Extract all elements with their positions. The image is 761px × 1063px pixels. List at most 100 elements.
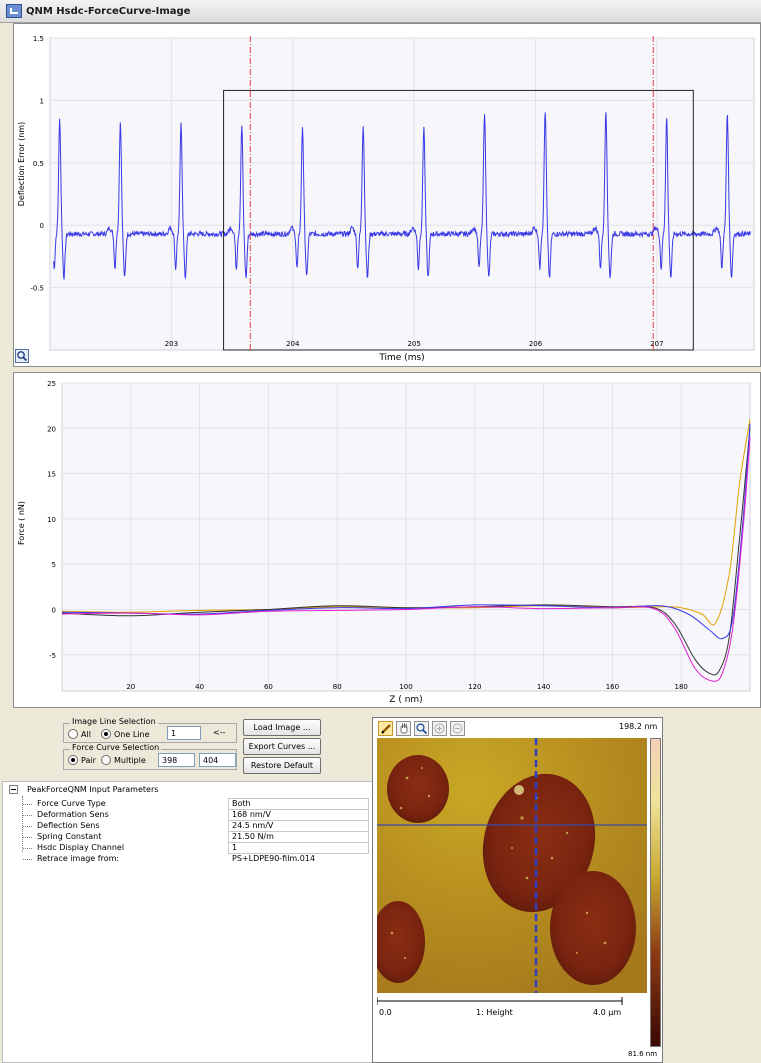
axis-end-label: 4.0 µm bbox=[593, 1008, 622, 1017]
domain-particle bbox=[387, 755, 449, 823]
y-axis-title: Force ( nN) bbox=[17, 501, 26, 545]
window-titlebar[interactable]: QNM Hsdc-ForceCurve-Image bbox=[0, 0, 761, 23]
param-row[interactable]: Spring Constant 21.50 N/m bbox=[23, 831, 369, 843]
x-tick-label: 60 bbox=[264, 683, 273, 691]
radio-multiple-label: Multiple bbox=[114, 755, 146, 765]
tree-connector bbox=[23, 837, 32, 838]
x-tick-label: 204 bbox=[286, 340, 300, 348]
line-arrow-label: <-- bbox=[213, 728, 226, 737]
x-tick-label: 120 bbox=[468, 683, 481, 691]
radio-one-line-dot[interactable] bbox=[101, 729, 111, 739]
force-plot-panel[interactable]: 25 20 15 10 5 0 -5 20 40 60 80 100 120 140 160 180 Z ( n… bbox=[13, 372, 761, 708]
tree-root[interactable]: PeakForceQNM Input Parameters bbox=[9, 785, 158, 794]
hand-icon bbox=[400, 723, 408, 734]
curve-to-input[interactable]: 404 bbox=[199, 753, 236, 767]
magnifier-tool[interactable] bbox=[414, 721, 429, 736]
x-tick-label: 205 bbox=[407, 340, 420, 348]
param-row[interactable]: Deflection Sens 24.5 nm/V bbox=[23, 820, 369, 832]
x-tick-label: 100 bbox=[399, 683, 412, 691]
channel-label: 1: Height bbox=[476, 1008, 513, 1017]
param-row[interactable]: Retrace image from: PS+LDPE90-film.014 bbox=[23, 854, 369, 864]
tree-connector bbox=[23, 859, 32, 860]
zoom-button[interactable] bbox=[15, 349, 29, 363]
export-curves-button[interactable]: Export Curves ... bbox=[243, 738, 321, 755]
hand-tool[interactable] bbox=[396, 721, 411, 736]
force-curve-selection-group: Force Curve Selection Pair Multiple 398 … bbox=[63, 743, 237, 770]
y-tick-label: 0 bbox=[40, 222, 44, 230]
height-color-scale bbox=[650, 738, 661, 1047]
y-tick-label: 25 bbox=[47, 380, 56, 388]
radio-one-line-label: One Line bbox=[114, 729, 150, 739]
scale-bottom-label: 81.6 nm bbox=[628, 1050, 658, 1058]
curve-from-input[interactable]: 398 bbox=[158, 753, 195, 767]
domain-particle bbox=[550, 871, 636, 985]
param-row[interactable]: Hsdc Display Channel 1 bbox=[23, 842, 369, 854]
image-line-selection-group: Image Line Selection All One Line 1 <-- bbox=[63, 717, 237, 743]
tree-connector bbox=[23, 815, 32, 816]
zoom-out-tool[interactable] bbox=[450, 721, 465, 736]
param-name: Force Curve Type bbox=[37, 799, 106, 808]
y-tick-label: 0.5 bbox=[33, 160, 44, 168]
pencil-icon bbox=[381, 724, 391, 734]
y-tick-label: -5 bbox=[49, 652, 56, 660]
radio-all-dot[interactable] bbox=[68, 729, 78, 739]
x-tick-label: 20 bbox=[126, 683, 135, 691]
radio-multiple[interactable]: Multiple bbox=[101, 755, 146, 765]
y-tick-label: 15 bbox=[47, 471, 56, 479]
param-name: Deformation Sens bbox=[37, 810, 109, 819]
y-axis-title: Deflection Error (nm) bbox=[17, 122, 26, 206]
magnifier-icon bbox=[416, 723, 428, 735]
radio-pair[interactable]: Pair bbox=[68, 755, 96, 765]
param-name: Spring Constant bbox=[37, 832, 102, 841]
tree-connector bbox=[23, 826, 32, 827]
param-value[interactable]: PS+LDPE90-film.014 bbox=[228, 853, 369, 865]
param-name: Hsdc Display Channel bbox=[37, 843, 125, 852]
x-axis-title: Z ( nm) bbox=[389, 695, 422, 705]
x-tick-label: 180 bbox=[675, 683, 688, 691]
axis-start-label: 0.0 bbox=[379, 1008, 392, 1017]
collapse-icon[interactable] bbox=[9, 785, 18, 794]
afm-height-image[interactable] bbox=[377, 738, 649, 1043]
radio-pair-label: Pair bbox=[81, 755, 96, 765]
param-name: Deflection Sens bbox=[37, 821, 100, 830]
zoom-out-icon bbox=[452, 723, 463, 734]
x-tick-label: 203 bbox=[165, 340, 178, 348]
tree-connector bbox=[23, 804, 32, 805]
app-icon bbox=[6, 4, 22, 18]
force-curve-selection-label: Force Curve Selection bbox=[70, 743, 162, 752]
y-tick-label: 5 bbox=[52, 561, 56, 569]
pencil-tool[interactable] bbox=[378, 721, 393, 736]
radio-pair-dot[interactable] bbox=[68, 755, 78, 765]
x-tick-label: 160 bbox=[606, 683, 619, 691]
zoom-in-tool[interactable] bbox=[432, 721, 447, 736]
param-name: Retrace image from: bbox=[37, 854, 120, 863]
window-title: QNM Hsdc-ForceCurve-Image bbox=[26, 5, 191, 17]
y-tick-label: -0.5 bbox=[30, 285, 44, 293]
y-tick-label: 1.5 bbox=[33, 35, 44, 43]
y-tick-label: 0 bbox=[52, 606, 56, 614]
restore-default-button[interactable]: Restore Default bbox=[243, 757, 321, 774]
radio-multiple-dot[interactable] bbox=[101, 755, 111, 765]
scale-top-label: 198.2 nm bbox=[619, 722, 658, 731]
x-tick-label: 140 bbox=[537, 683, 550, 691]
afm-image-window[interactable]: 198.2 nm 0.0 1: Height 4.0 µm 81.6 nm bbox=[372, 717, 663, 1063]
tree-connector bbox=[23, 848, 32, 849]
force-chart[interactable]: 25 20 15 10 5 0 -5 20 40 60 80 100 120 140 160 180 Z ( n… bbox=[14, 373, 760, 707]
parameters-tree[interactable]: PeakForceQNM Input Parameters Force Curv… bbox=[2, 781, 374, 1063]
x-tick-label: 206 bbox=[529, 340, 543, 348]
param-row[interactable]: Force Curve Type Both bbox=[23, 798, 369, 810]
x-tick-label: 207 bbox=[650, 340, 663, 348]
x-tick-label: 40 bbox=[195, 683, 204, 691]
load-image-button[interactable]: Load Image ... bbox=[243, 719, 321, 736]
param-row[interactable]: Deformation Sens 168 nm/V bbox=[23, 809, 369, 821]
radio-one-line[interactable]: One Line bbox=[101, 729, 150, 739]
x-tick-label: 80 bbox=[333, 683, 342, 691]
line-number-input[interactable]: 1 bbox=[167, 726, 201, 740]
zoom-in-icon bbox=[434, 723, 445, 734]
radio-all[interactable]: All bbox=[68, 729, 91, 739]
radio-all-label: All bbox=[81, 729, 91, 739]
y-tick-label: 1 bbox=[40, 97, 44, 105]
deflection-chart[interactable]: 1.5 1 0.5 0 -0.5 203 204 205 206 207 Time (ms) Defl… bbox=[14, 24, 760, 366]
magnifier-icon bbox=[17, 351, 28, 362]
deflection-plot-panel[interactable]: 1.5 1 0.5 0 -0.5 203 204 205 206 207 Time (ms) Defl… bbox=[13, 23, 761, 367]
